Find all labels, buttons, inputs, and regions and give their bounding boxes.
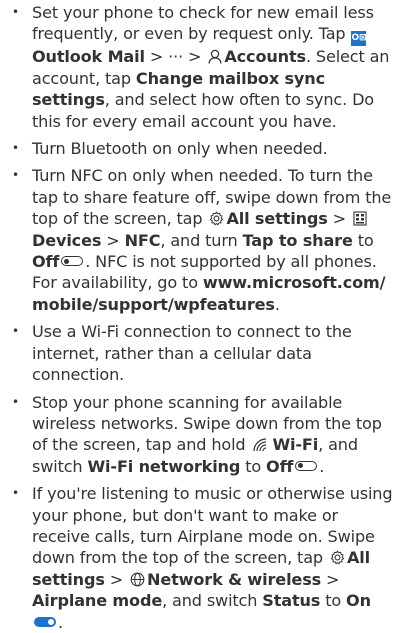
toggle-off-icon bbox=[61, 256, 84, 267]
person-icon bbox=[208, 49, 222, 65]
tip-bold-wifi-networking: Wi-Fi networking bbox=[87, 456, 241, 476]
list-item-wifi-connection: Use a Wi-Fi connection to connect to the… bbox=[12, 321, 397, 385]
toggle-on-icon bbox=[34, 616, 56, 627]
tip-bold-on: On bbox=[346, 591, 371, 611]
tip-text: to bbox=[320, 591, 347, 611]
tip-text: , and turn bbox=[160, 230, 243, 250]
document-page: Set your phone to check for new email le… bbox=[0, 0, 401, 633]
tip-text: . bbox=[58, 612, 63, 632]
tip-text: to bbox=[352, 230, 374, 250]
tip-text: , and switch bbox=[162, 591, 263, 611]
tip-bold-wifi: Wi-Fi bbox=[272, 435, 319, 455]
tip-text: > bbox=[101, 230, 125, 250]
gear-icon bbox=[209, 211, 224, 226]
tip-bold-devices: Devices bbox=[32, 230, 102, 250]
tip-bold-accounts: Accounts bbox=[224, 47, 306, 67]
gear-icon bbox=[330, 550, 345, 565]
tip-text: > bbox=[104, 569, 129, 589]
outlook-mail-icon: O⊠ bbox=[351, 31, 367, 47]
wifi-icon bbox=[252, 437, 270, 452]
tip-text: > bbox=[183, 47, 207, 67]
devices-icon bbox=[353, 211, 367, 226]
tip-bold-nfc: NFC bbox=[124, 230, 161, 250]
tip-bold-airplane-mode: Airplane mode bbox=[32, 591, 163, 611]
list-item-bluetooth: Turn Bluetooth on only when needed. bbox=[12, 138, 397, 160]
tip-text: Turn Bluetooth on only when needed. bbox=[32, 139, 328, 159]
globe-icon bbox=[130, 572, 145, 587]
list-item-airplane-mode: If you're listening to music or otherwis… bbox=[12, 483, 397, 633]
tip-text: > bbox=[327, 209, 351, 229]
tip-bold-outlook-mail: Outlook Mail bbox=[32, 47, 145, 67]
tip-text: . bbox=[274, 294, 280, 314]
toggle-off-icon bbox=[295, 460, 318, 471]
list-item-wifi-scanning: Stop your phone scanning for available w… bbox=[12, 392, 397, 478]
tip-bold-off: Off bbox=[32, 252, 60, 272]
tip-text: Set your phone to check for new email le… bbox=[32, 3, 374, 44]
tip-text: > bbox=[144, 47, 169, 67]
tip-bold-tap-to-share: Tap to share bbox=[242, 230, 353, 250]
list-item-email-sync: Set your phone to check for new email le… bbox=[12, 2, 397, 132]
battery-tips-list: Set your phone to check for new email le… bbox=[0, 0, 401, 633]
tip-bold-status: Status bbox=[262, 591, 321, 611]
tip-bold-network-wireless: Network & wireless bbox=[147, 569, 322, 589]
tip-bold-off: Off bbox=[266, 456, 294, 476]
tip-text: > bbox=[321, 569, 340, 589]
tip-text: . bbox=[319, 456, 325, 476]
tip-text: Use a Wi-Fi connection to connect to the… bbox=[32, 322, 352, 385]
list-item-nfc: Turn NFC on only when needed. To turn th… bbox=[12, 165, 397, 315]
more-glyph: ··· bbox=[168, 47, 184, 67]
tip-text: to bbox=[240, 456, 267, 476]
tip-bold-all-settings: All settings bbox=[226, 209, 328, 229]
